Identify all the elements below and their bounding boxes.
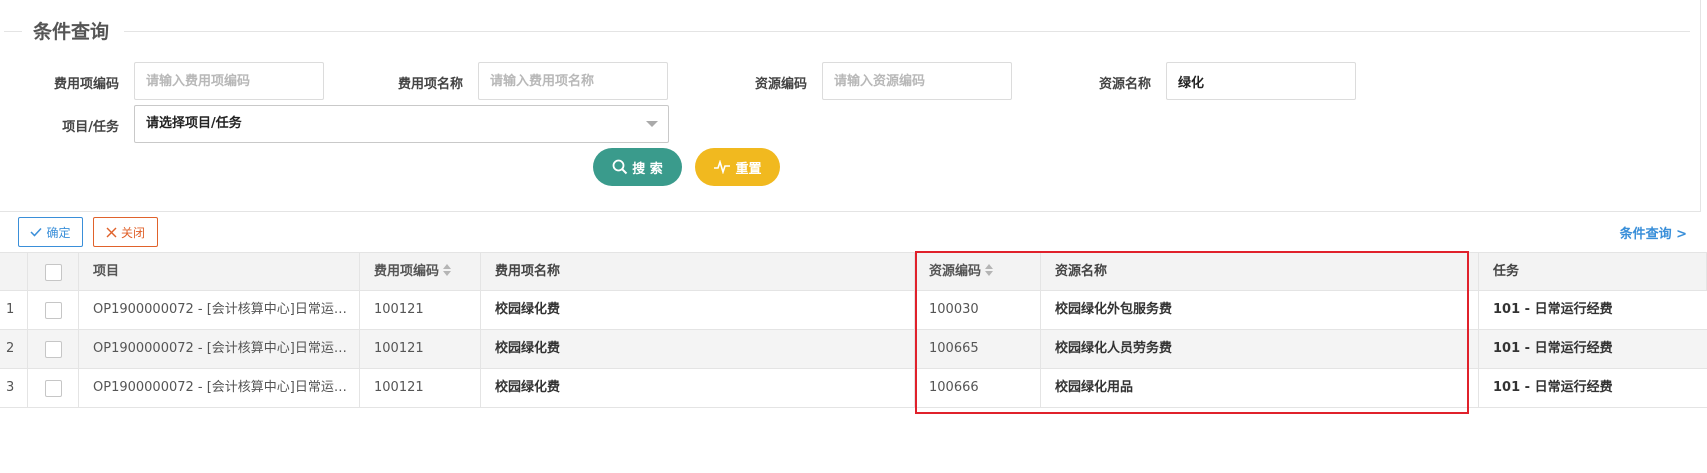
cell-resource-code: 100030	[915, 291, 1041, 329]
header-fee-code[interactable]: 费用项编码	[360, 253, 481, 291]
row-select[interactable]	[28, 369, 79, 407]
cell-resource-name: 校园绿化人员劳务费	[1041, 330, 1479, 368]
resource-code-input[interactable]	[822, 62, 1012, 100]
fee-name-input[interactable]	[478, 62, 668, 100]
cell-task: 101 - 日常运行经费	[1493, 341, 1613, 356]
row-checkbox[interactable]	[45, 341, 62, 358]
cell-project: OP1900000072 - [会计核算中心]日常运行经费	[79, 291, 360, 329]
legend-divider-right	[124, 31, 1690, 32]
header-resource-name[interactable]: 资源名称	[1041, 253, 1479, 291]
panel-legend: 条件查询	[33, 21, 110, 43]
row-select[interactable]	[28, 291, 79, 329]
table-row[interactable]: 3 OP1900000072 - [会计核算中心]日常运行经费 100121 校…	[0, 369, 1707, 408]
close-button[interactable]: 关闭	[93, 217, 158, 247]
cell-fee-code: 100121	[360, 330, 481, 368]
cell-resource-code: 100665	[915, 330, 1041, 368]
chevron-down-icon	[646, 121, 658, 127]
cell-fee-name: 校园绿化费	[481, 369, 915, 407]
row-index: 3	[0, 369, 28, 407]
header-fee-code-label: 费用项编码	[374, 264, 440, 279]
fee-name-label: 费用项名称	[397, 77, 463, 92]
cell-fee-code: 100121	[360, 369, 481, 407]
table-header-row: 项目 费用项编码 费用项名称 资源编码 资源名称 任务	[0, 252, 1707, 291]
cell-fee-name: 校园绿化费	[481, 291, 915, 329]
row-checkbox[interactable]	[45, 302, 62, 319]
cell-resource-code: 100666	[915, 369, 1041, 407]
search-panel: 条件查询 费用项编码 费用项名称 资源编码 资源名称 项目/任务 请选择项目/任…	[0, 0, 1701, 212]
cell-task: 101 - 日常运行经费	[1493, 302, 1613, 317]
header-project[interactable]: 项目	[79, 253, 360, 291]
table-row[interactable]: 2 OP1900000072 - [会计核算中心]日常运行经费 100121 校…	[0, 330, 1707, 369]
cell-project: OP1900000072 - [会计核算中心]日常运行经费	[79, 369, 360, 407]
resource-name-input[interactable]	[1166, 62, 1356, 100]
search-button-label: 搜 索	[632, 161, 663, 177]
fee-code-input[interactable]	[134, 62, 324, 100]
reset-button-label: 重置	[735, 161, 762, 177]
select-all-checkbox[interactable]	[45, 264, 62, 281]
cell-resource-name: 校园绿化外包服务费	[1041, 291, 1479, 329]
legend-divider-left	[4, 31, 22, 32]
header-select-all[interactable]	[28, 253, 79, 291]
check-icon	[30, 227, 43, 237]
table-row[interactable]: 1 OP1900000072 - [会计核算中心]日常运行经费 100121 校…	[0, 291, 1707, 330]
project-task-value: 请选择项目/任务	[146, 116, 242, 131]
row-index: 2	[0, 330, 28, 368]
search-button[interactable]: 搜 索	[593, 148, 682, 186]
header-task[interactable]: 任务	[1479, 253, 1707, 291]
header-index	[0, 253, 28, 291]
header-fee-name[interactable]: 费用项名称	[481, 253, 915, 291]
project-task-label: 项目/任务	[62, 120, 119, 135]
cell-fee-code: 100121	[360, 291, 481, 329]
resource-code-label: 资源编码	[754, 77, 807, 92]
condition-query-link[interactable]: 条件查询 >	[1620, 223, 1687, 242]
confirm-button[interactable]: 确定	[18, 217, 83, 247]
row-select[interactable]	[28, 330, 79, 368]
reset-button[interactable]: 重置	[695, 148, 780, 186]
close-button-label: 关闭	[120, 225, 145, 240]
close-icon	[106, 227, 117, 237]
cell-resource-name: 校园绿化用品	[1041, 369, 1479, 407]
confirm-button-label: 确定	[46, 225, 71, 240]
pulse-icon	[714, 160, 731, 174]
cell-task: 101 - 日常运行经费	[1493, 380, 1613, 395]
project-task-select[interactable]: 请选择项目/任务	[134, 105, 669, 143]
resource-name-label: 资源名称	[1098, 77, 1151, 92]
row-index: 1	[0, 291, 28, 329]
row-checkbox[interactable]	[45, 380, 62, 397]
cell-fee-name: 校园绿化费	[481, 330, 915, 368]
fee-code-label: 费用项编码	[53, 77, 119, 92]
search-icon	[612, 159, 628, 175]
header-resource-code-label: 资源编码	[929, 264, 982, 279]
cell-project: OP1900000072 - [会计核算中心]日常运行经费	[79, 330, 360, 368]
header-resource-code[interactable]: 资源编码	[915, 253, 1041, 291]
